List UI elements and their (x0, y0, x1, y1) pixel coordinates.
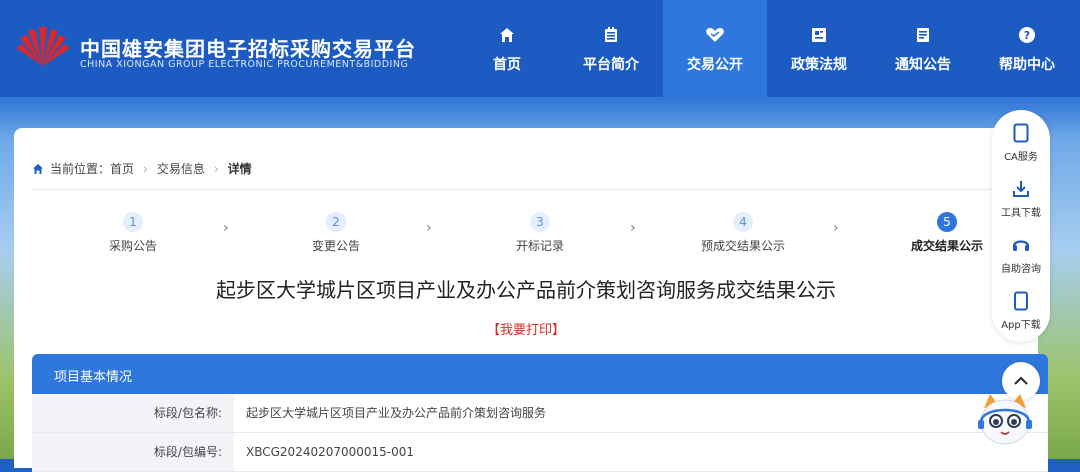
nav-item-notice[interactable]: 通知公告 (871, 0, 975, 97)
print-link[interactable]: 【我要打印】 (14, 319, 1038, 338)
row-key: 标段/包编号: (32, 433, 234, 471)
nav-item-help[interactable]: ? 帮助中心 (975, 0, 1079, 97)
handshake-icon (704, 24, 726, 46)
detail-card: 当前位置： 首页 › 交易信息 › 详情 1 采购公告 2 变更公告 3 开标记… (14, 128, 1048, 472)
step-4[interactable]: 4 预成交结果公示 (668, 212, 818, 254)
side-item-label: 自助咨询 (1001, 264, 1041, 275)
step-number: 1 (123, 212, 143, 232)
step-label: 预成交结果公示 (700, 239, 785, 253)
brand-name-en: CHINA XIONGAN GROUP ELECTRONIC PROCUREME… (80, 59, 409, 70)
nav-label: 首页 (493, 56, 521, 73)
step-1[interactable]: 1 采购公告 (58, 212, 208, 254)
row-key-text: 标段/包名称: (153, 406, 222, 420)
svg-text:?: ? (1024, 29, 1030, 42)
side-item-label: App下载 (1001, 320, 1041, 331)
page-title: 起步区大学城片区项目产业及办公产品前介策划咨询服务成交结果公示 (216, 278, 836, 302)
table-row: 标段/包编号: XBCG20240207000015-001 (32, 433, 1048, 472)
home-small-icon (33, 163, 43, 174)
ca-card-icon (1010, 122, 1032, 144)
row-key: 标段/包名称: (32, 394, 234, 432)
nav-label: 政策法规 (791, 56, 847, 73)
chevron-right-icon: › (213, 161, 219, 176)
step-arrow-icon: › (630, 220, 636, 236)
document-icon (808, 24, 830, 46)
section-header: 项目基本情况 (32, 354, 1048, 394)
breadcrumb: 当前位置： 首页 › 交易信息 › 详情 (32, 160, 252, 177)
main-nav: 首页 平台简介 交易公开 政策法规 通知公告 ? 帮助中心 (455, 0, 1079, 97)
chevron-up-icon (1014, 376, 1028, 385)
nav-item-platform-intro[interactable]: 平台简介 (559, 0, 663, 97)
help-icon: ? (1016, 24, 1038, 46)
notice-icon (912, 24, 934, 46)
step-number: 5 (937, 212, 957, 232)
side-item-download[interactable]: 工具下载 (992, 178, 1050, 219)
building-icon (600, 24, 622, 46)
step-arrow-icon: › (426, 220, 432, 236)
section-title: 项目基本情况 (54, 370, 133, 385)
nav-label: 交易公开 (687, 56, 743, 73)
breadcrumb-current: 详情 (227, 162, 252, 176)
breadcrumb-prefix: 当前位置： (50, 162, 111, 176)
logo-icon (16, 27, 70, 66)
step-number: 3 (530, 212, 550, 232)
top-header: 中国雄安集团电子招标采购交易平台 CHINA XIONGAN GROUP ELE… (0, 0, 1080, 97)
headset-icon (1010, 234, 1032, 256)
home-icon (496, 24, 518, 46)
row-value: XBCG20240207000015-001 (246, 445, 415, 459)
breadcrumb-home[interactable]: 首页 (110, 160, 134, 177)
nav-label: 通知公告 (895, 56, 951, 73)
side-item-label: 工具下载 (1001, 208, 1041, 219)
step-3[interactable]: 3 开标记录 (465, 212, 615, 254)
step-2[interactable]: 2 变更公告 (261, 212, 411, 254)
side-item-app[interactable]: App下载 (992, 290, 1050, 331)
breadcrumb-trade-info[interactable]: 交易信息 (157, 160, 205, 177)
row-value: 起步区大学城片区项目产业及办公产品前介策划咨询服务 (246, 406, 547, 420)
nav-label: 帮助中心 (999, 56, 1055, 73)
step-arrow-icon: › (223, 220, 229, 236)
step-label: 变更公告 (311, 239, 360, 253)
nav-item-home[interactable]: 首页 (455, 0, 559, 97)
nav-item-trade-public[interactable]: 交易公开 (663, 0, 767, 97)
step-label: 开标记录 (515, 239, 564, 253)
step-arrow-icon: › (833, 220, 839, 236)
step-number: 4 (733, 212, 753, 232)
download-icon (1010, 178, 1032, 200)
step-number: 2 (326, 212, 346, 232)
nav-item-policy[interactable]: 政策法规 (767, 0, 871, 97)
chevron-right-icon: › (143, 161, 148, 176)
phone-icon (1010, 290, 1032, 312)
side-service-panel: CA服务 工具下载 自助咨询 App下载 (992, 110, 1050, 342)
step-label: 采购公告 (108, 239, 157, 253)
side-item-consult[interactable]: 自助咨询 (992, 234, 1050, 275)
table-row: 标段/包名称: 起步区大学城片区项目产业及办公产品前介策划咨询服务 (32, 394, 1048, 433)
nav-label: 平台简介 (583, 56, 639, 73)
row-key-text: 标段/包编号: (153, 445, 222, 459)
process-steps: 1 采购公告 2 变更公告 3 开标记录 4 预成交结果公示 5 成交结果公示 (14, 212, 1038, 256)
brand-name-cn: 中国雄安集团电子招标采购交易平台 (80, 37, 416, 61)
side-item-label: CA服务 (1004, 152, 1038, 163)
divider (32, 189, 1002, 190)
mascot-image[interactable] (974, 390, 1036, 459)
side-item-ca[interactable]: CA服务 (992, 122, 1050, 163)
